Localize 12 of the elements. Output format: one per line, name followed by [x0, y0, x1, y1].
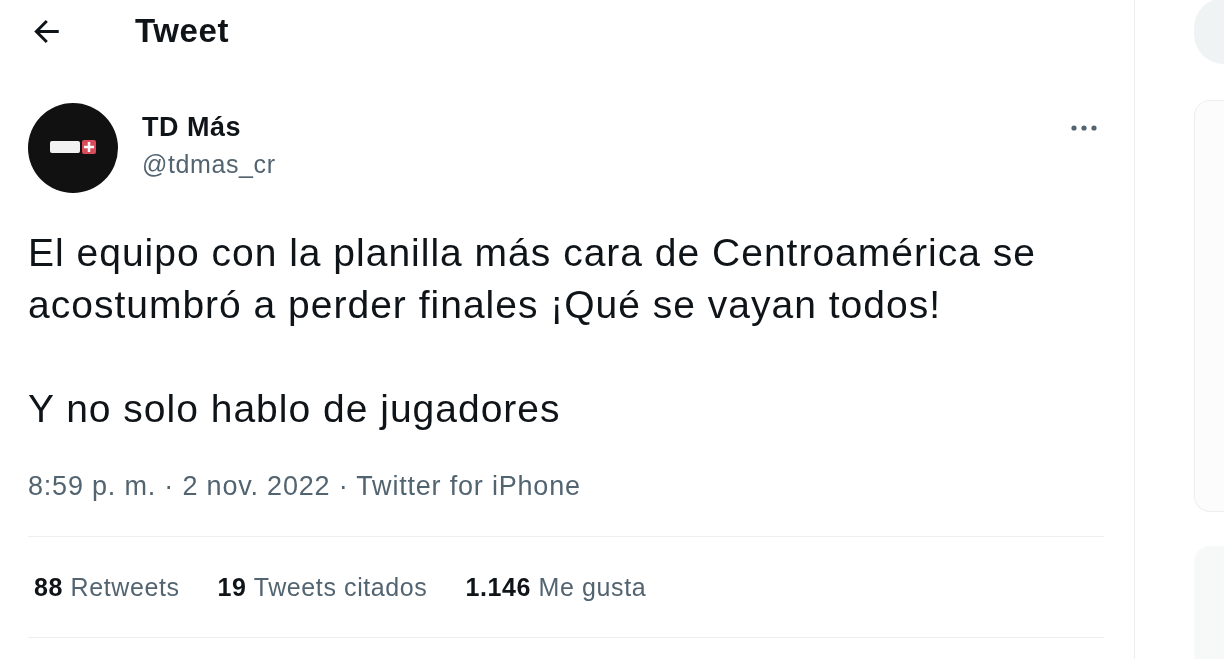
stat-link[interactable]: 1.146 Me gusta [465, 572, 647, 602]
author-name[interactable]: TD Más [142, 111, 276, 143]
page-title: Tweet [135, 11, 230, 51]
back-arrow-icon[interactable] [34, 19, 59, 43]
author-handle[interactable]: @tdmas_cr [142, 148, 276, 180]
tweet-text: El equipo con la planilla más cara de Centroamérica se acostumbró a perder finales ¡Qué se vayan todos! [28, 230, 1037, 328]
stat-link[interactable]: 88 Retweets [34, 572, 180, 602]
stat-link[interactable]: 19 Tweets citados [217, 572, 428, 602]
tweet-timestamp[interactable]: 8:59 p. m. · 2 nov. 2022 · Twitter for iPhone [28, 471, 581, 501]
more-options-icon[interactable] [1071, 125, 1097, 131]
avatar[interactable] [28, 103, 118, 193]
tweet-text: Y no solo hablo de jugadores [28, 386, 562, 432]
